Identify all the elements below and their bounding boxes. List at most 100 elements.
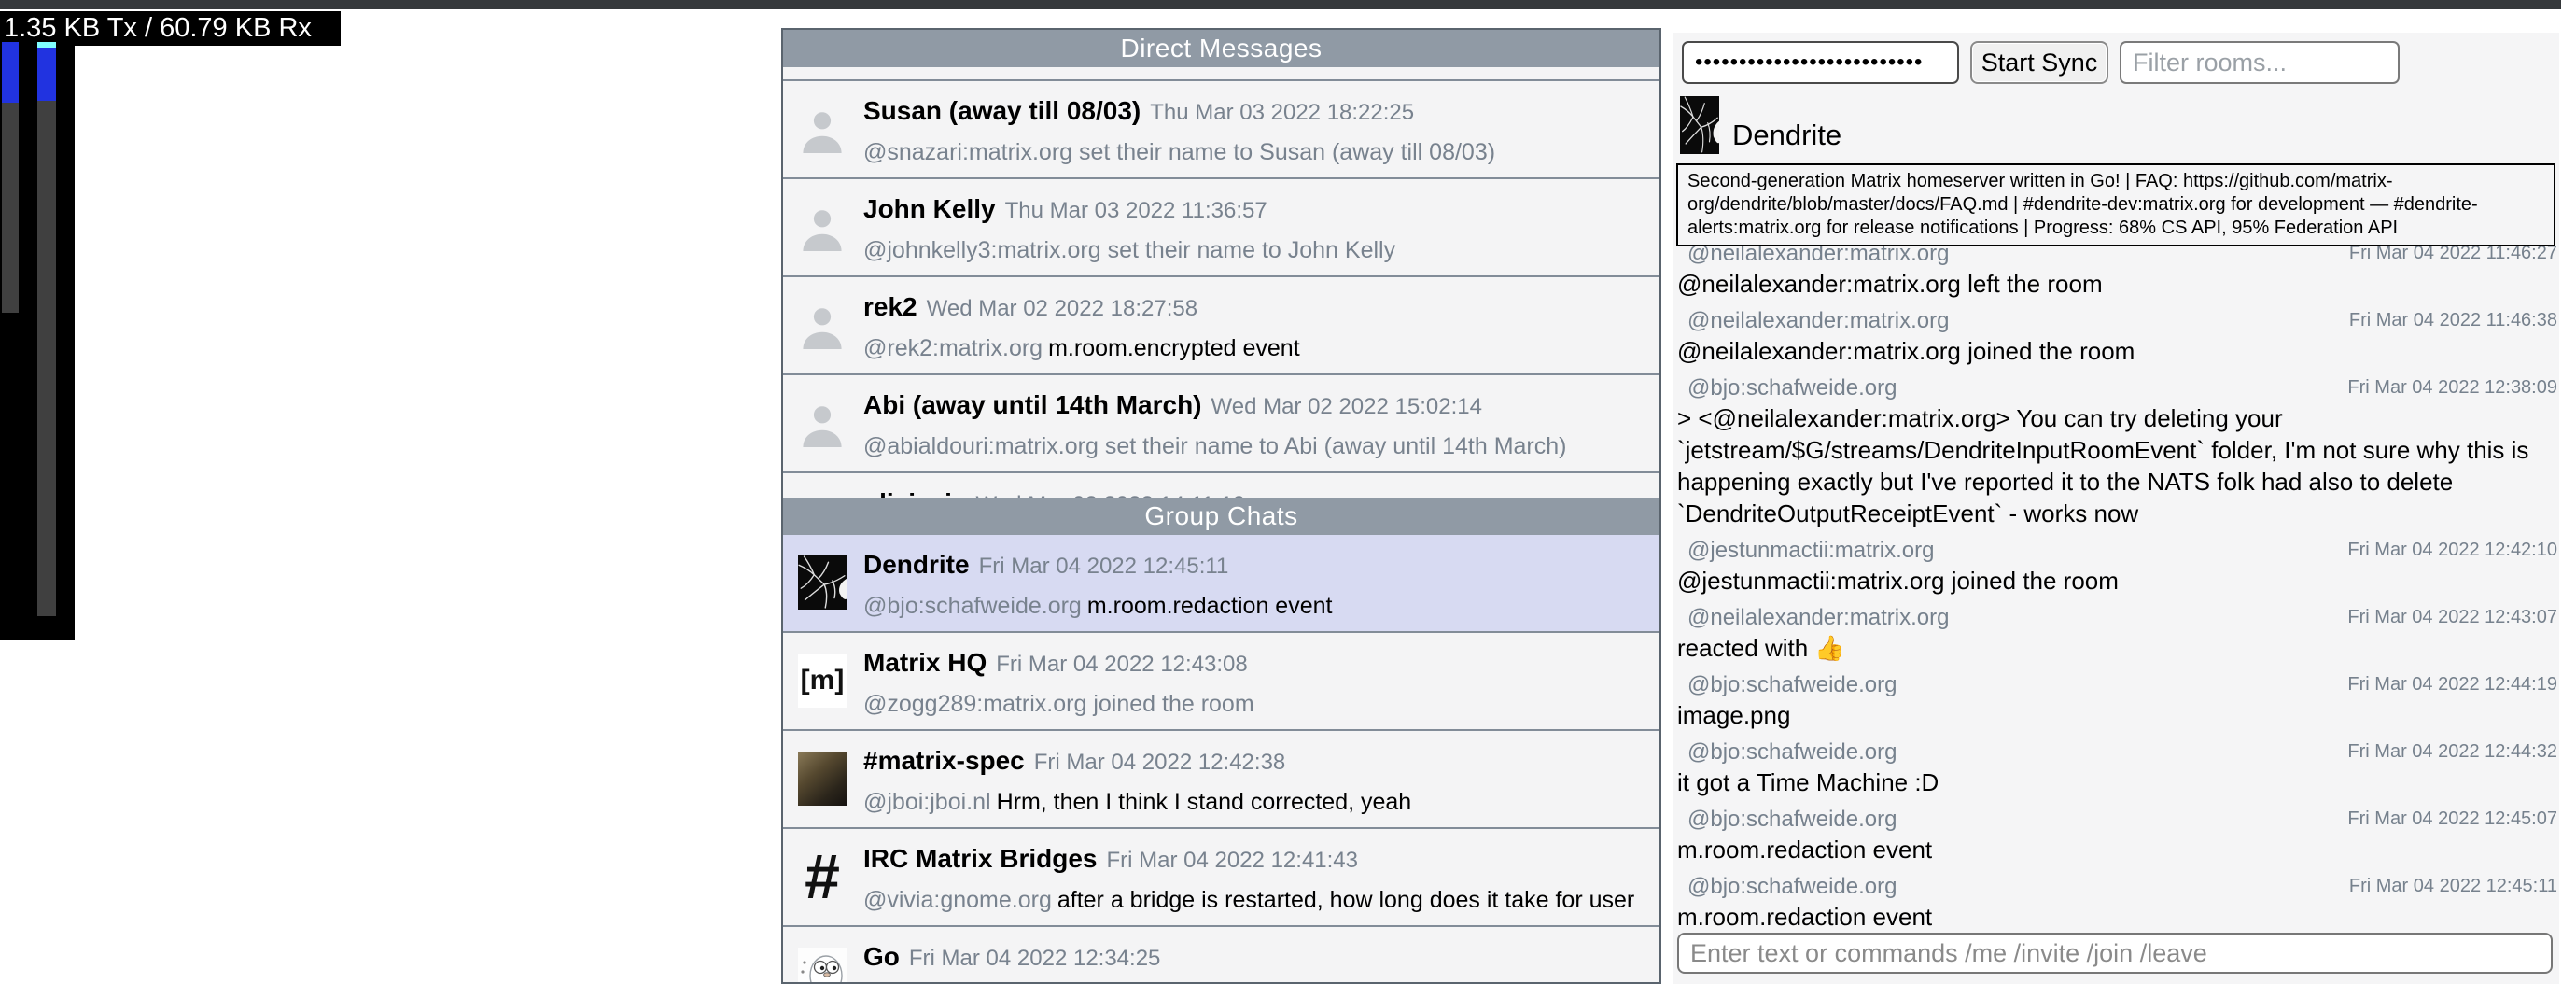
room-last-activity-time: Fri Mar 04 2022 12:41:43 bbox=[1107, 848, 1359, 873]
room-name: John Kelly bbox=[863, 194, 996, 223]
room-name: rek2 bbox=[863, 292, 917, 321]
room-last-activity-time: Wed Mar 02 2022 15:02:14 bbox=[1211, 394, 1482, 419]
chat-message: @neilalexander:matrix.org Fri Mar 04 202… bbox=[1677, 239, 2557, 300]
room-list-item[interactable]: rek2 Wed Mar 02 2022 18:27:58 @rek2:matri… bbox=[783, 275, 1659, 373]
rooms-panel: Direct Messages Susan (away till 08/03) T… bbox=[781, 28, 1661, 984]
room-name: Matrix HQ bbox=[863, 648, 987, 677]
chat-message: @bjo:schafweide.org Fri Mar 04 2022 12:4… bbox=[1677, 872, 2557, 933]
room-last-sender: @snazari:matrix.org set their name to Su… bbox=[863, 139, 1495, 165]
group-chats-section: Group Chats Dendrite Fri Mar 04 2022 12:4… bbox=[783, 498, 1659, 982]
message-sender: @bjo:schafweide.org bbox=[1677, 872, 1897, 901]
room-name: IRC Matrix Bridges bbox=[863, 844, 1098, 873]
message-body: @jestunmactii:matrix.org joined the room bbox=[1677, 565, 2557, 597]
room-name: Abi (away until 14th March) bbox=[863, 390, 1202, 419]
access-token-input[interactable] bbox=[1682, 41, 1959, 84]
room-last-sender: @abialdouri:matrix.org set their name to… bbox=[863, 433, 1567, 459]
room-last-message-preview: Hrm, then I think I stand corrected, yea… bbox=[997, 789, 1412, 815]
room-avatar-icon bbox=[798, 555, 847, 610]
network-stats: 1.35 KB Tx / 60.79 KB Rx bbox=[0, 11, 341, 46]
message-body: m.room.redaction event bbox=[1677, 901, 2557, 933]
message-timestamp: Fri Mar 04 2022 12:45:11 bbox=[2349, 872, 2557, 901]
room-list-item[interactable]: Susan (away till 08/03) Thu Mar 03 2022 1… bbox=[783, 79, 1659, 177]
room-avatar-icon: # bbox=[798, 850, 847, 904]
message-timestamp: Fri Mar 04 2022 12:45:07 bbox=[2347, 805, 2557, 834]
room-last-message-preview: after a bridge is restarted, how long do… bbox=[1057, 887, 1634, 913]
window-top-strip bbox=[0, 0, 2561, 9]
room-last-activity-time: Fri Mar 04 2022 12:45:11 bbox=[979, 554, 1229, 579]
room-list-item[interactable]: [m] Matrix HQ Fri Mar 04 2022 12:43:08 @z… bbox=[783, 633, 1659, 731]
room-avatar-icon bbox=[798, 102, 847, 156]
group-chats-header: Group Chats bbox=[783, 498, 1659, 535]
message-timestamp: Fri Mar 04 2022 12:44:19 bbox=[2347, 670, 2557, 699]
message-timestamp: Fri Mar 04 2022 12:38:09 bbox=[2347, 373, 2557, 402]
chat-message: @neilalexander:matrix.org Fri Mar 04 202… bbox=[1677, 306, 2557, 367]
room-last-sender: @rek2:matrix.org bbox=[863, 335, 1043, 361]
room-avatar-icon bbox=[798, 200, 847, 254]
room-title: Dendrite bbox=[1732, 119, 1841, 154]
room-list-item[interactable]: John Kelly Thu Mar 03 2022 11:36:57 @john… bbox=[783, 177, 1659, 275]
sync-controls: Start Sync bbox=[1682, 41, 2400, 84]
message-timestamp: Fri Mar 04 2022 12:42:10 bbox=[2347, 536, 2557, 565]
room-list-item[interactable]: #matrix-spec Fri Mar 04 2022 12:42:38 @jb… bbox=[783, 731, 1659, 829]
room-name: #matrix-spec bbox=[863, 746, 1025, 775]
message-sender: @bjo:schafweide.org bbox=[1677, 670, 1897, 699]
room-list-item[interactable]: Abi (away until 14th March) Wed Mar 02 20… bbox=[783, 373, 1659, 471]
room-last-activity-time: Thu Mar 03 2022 18:22:25 bbox=[1150, 100, 1414, 125]
room-last-sender: @bjo:schafweide.org bbox=[863, 593, 1082, 619]
room-last-activity-time: Fri Mar 04 2022 12:34:25 bbox=[909, 946, 1161, 971]
chat-message: @neilalexander:matrix.org Fri Mar 04 202… bbox=[1677, 603, 2557, 664]
room-avatar-icon bbox=[798, 752, 847, 806]
room-last-sender: @zogg289:matrix.org joined the room bbox=[863, 691, 1254, 717]
room-list-item[interactable]: Go Fri Mar 04 2022 12:34:25 bbox=[783, 927, 1659, 984]
room-name: Dendrite bbox=[863, 550, 970, 579]
room-avatar-icon bbox=[798, 396, 847, 450]
message-body: @neilalexander:matrix.org left the room bbox=[1677, 268, 2557, 300]
message-sender: @neilalexander:matrix.org bbox=[1677, 603, 1950, 632]
chat-message: @bjo:schafweide.org Fri Mar 04 2022 12:3… bbox=[1677, 373, 2557, 529]
message-timestamp: Fri Mar 04 2022 12:43:07 bbox=[2347, 603, 2557, 632]
room-name: Go bbox=[863, 942, 900, 971]
room-list-item[interactable]: # IRC Matrix Bridges Fri Mar 04 2022 12:4… bbox=[783, 829, 1659, 927]
room-last-sender: @johnkelly3:matrix.org set their name to… bbox=[863, 237, 1395, 263]
message-body: > <@neilalexander:matrix.org> You can tr… bbox=[1677, 402, 2557, 529]
room-last-message-preview: m.room.encrypted event bbox=[1048, 335, 1300, 361]
message-composer-input[interactable] bbox=[1677, 933, 2553, 974]
network-traffic-graph bbox=[0, 42, 75, 640]
message-timestamp: Fri Mar 04 2022 12:44:32 bbox=[2347, 738, 2557, 766]
message-body: it got a Time Machine :D bbox=[1677, 766, 2557, 798]
group-room-list: Dendrite Fri Mar 04 2022 12:45:11 @bjo:sc… bbox=[783, 535, 1659, 984]
message-body: @neilalexander:matrix.org joined the roo… bbox=[1677, 335, 2557, 367]
room-avatar-icon: [m] bbox=[798, 654, 847, 708]
message-body: m.room.redaction event bbox=[1677, 834, 2557, 865]
room-list-item[interactable]: Dendrite Fri Mar 04 2022 12:45:11 @bjo:sc… bbox=[783, 535, 1659, 633]
chat-message: @bjo:schafweide.org Fri Mar 04 2022 12:4… bbox=[1677, 805, 2557, 865]
room-last-activity-time: Fri Mar 04 2022 12:43:08 bbox=[996, 652, 1248, 677]
message-sender: @bjo:schafweide.org bbox=[1677, 738, 1897, 766]
room-last-activity-time: Fri Mar 04 2022 12:42:38 bbox=[1034, 750, 1286, 775]
chat-panel: Start Sync Dendrite Second-generation Ma… bbox=[1673, 33, 2559, 984]
message-sender: @jestunmactii:matrix.org bbox=[1677, 536, 1934, 565]
room-last-activity-time: Wed Mar 02 2022 18:27:58 bbox=[927, 296, 1197, 321]
message-sender: @neilalexander:matrix.org bbox=[1677, 306, 1950, 335]
room-last-sender: @vivia:gnome.org bbox=[863, 887, 1052, 913]
chat-message: @bjo:schafweide.org Fri Mar 04 2022 12:4… bbox=[1677, 670, 2557, 731]
message-sender: @bjo:schafweide.org bbox=[1677, 805, 1897, 834]
traffic-bar bbox=[37, 42, 56, 640]
direct-messages-header: Direct Messages bbox=[783, 30, 1659, 67]
message-timeline: @neilalexander:matrix.org Fri Mar 04 202… bbox=[1677, 239, 2557, 984]
room-topic: Second-generation Matrix homeserver writ… bbox=[1676, 163, 2555, 246]
room-last-sender: @jboi:jboi.nl bbox=[863, 789, 991, 815]
room-avatar-icon bbox=[798, 298, 847, 352]
message-body: image.png bbox=[1677, 699, 2557, 731]
filter-rooms-input[interactable] bbox=[2120, 41, 2400, 84]
message-body: reacted with 👍 bbox=[1677, 632, 2557, 664]
message-timestamp: Fri Mar 04 2022 11:46:38 bbox=[2349, 306, 2557, 335]
start-sync-button[interactable]: Start Sync bbox=[1970, 41, 2108, 84]
chat-message: @bjo:schafweide.org Fri Mar 04 2022 12:4… bbox=[1677, 738, 2557, 798]
room-avatar-icon bbox=[1680, 96, 1719, 154]
room-last-activity-time: Thu Mar 03 2022 11:36:57 bbox=[1005, 198, 1267, 223]
chat-message: @jestunmactii:matrix.org Fri Mar 04 2022… bbox=[1677, 536, 2557, 597]
room-name: Susan (away till 08/03) bbox=[863, 96, 1141, 125]
room-header: Dendrite bbox=[1680, 94, 1841, 154]
message-sender: @bjo:schafweide.org bbox=[1677, 373, 1897, 402]
